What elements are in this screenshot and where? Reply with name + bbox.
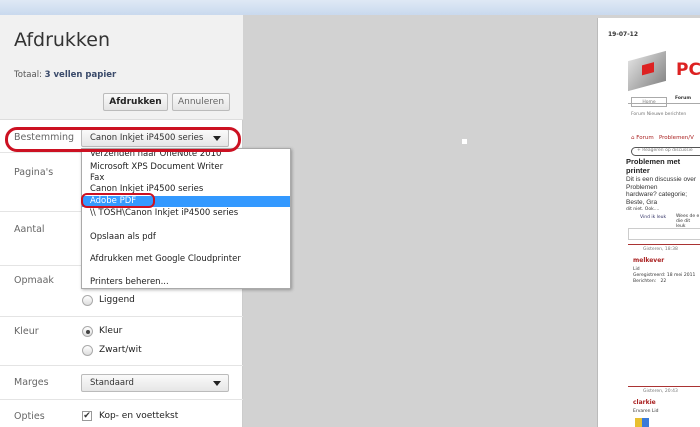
divider: [0, 399, 243, 400]
window-titlebar: [0, 0, 700, 15]
annotation-ellipse-destination: [5, 127, 241, 152]
rank-badge-icon: [635, 418, 649, 427]
preview-post-user: melkever: [633, 257, 665, 264]
preview-text: hardware? categorie; Beste, Gra: [626, 191, 688, 206]
preview-breadcrumb: Forum Nieuwe berichten: [631, 112, 687, 117]
preview-box: [628, 228, 700, 240]
landscape-label: Liggend: [99, 295, 135, 305]
preview-date: 19-07-12: [608, 31, 639, 38]
preview-post-time: Gisteren, 18:38: [643, 247, 678, 252]
total-value: 3 vellen papier: [44, 70, 117, 80]
preview-logo: PC: [676, 60, 700, 80]
preview-post-rank: Ervaren Lid: [633, 409, 659, 414]
preview-post-registered: Geregistreerd: 18 mei 2011: [633, 273, 696, 278]
preview-tab-forum: Forum: [674, 96, 692, 101]
menu-item-cloudprint[interactable]: Afdrukken met Google Cloudprinter: [82, 254, 290, 265]
preview-like-note: Wees de e die dit leuk: [676, 214, 700, 229]
margins-value: Standaard: [90, 378, 134, 388]
annotation-ellipse-adobe-pdf: [81, 193, 155, 208]
preview-like: Vind ik leuk: [640, 215, 667, 220]
margins-label: Marges: [14, 377, 49, 388]
print-preview-page: 19-07-12 PC Home Forum Forum Nieuwe beri…: [597, 18, 700, 427]
bw-option-label: Zwart/wit: [99, 345, 142, 355]
preview-text: Dit is een discussie over Problemen: [626, 176, 697, 191]
menu-item-network-canon[interactable]: \\ TOSH\Canon Inkjet iP4500 series: [82, 208, 290, 219]
total-sheets: Totaal: 3 vellen papier: [14, 70, 116, 80]
preview-tab-home: Home: [631, 97, 667, 107]
divider: [628, 386, 700, 387]
copies-label: Aantal: [14, 224, 45, 235]
menu-item-manage-printers[interactable]: Printers beheren...: [82, 277, 290, 288]
margins-select[interactable]: Standaard: [81, 374, 229, 392]
preview-thread-title: Problemen met printer: [626, 157, 681, 175]
divider: [0, 365, 243, 366]
print-button[interactable]: Afdrukken: [103, 93, 168, 111]
preview-reply-button: + Reageren op discussie: [631, 147, 700, 156]
color-option-label: Kleur: [99, 326, 123, 336]
divider: [0, 316, 243, 317]
bw-radio[interactable]: [82, 345, 93, 356]
destination-dropdown-menu: Verzenden naar OneNote 2010 Microsoft XP…: [81, 148, 291, 289]
layout-label: Opmaak: [14, 275, 54, 286]
preview-post-time: Gisteren, 20:43: [643, 389, 678, 394]
color-label: Kleur: [14, 326, 39, 337]
landscape-radio[interactable]: [82, 295, 93, 306]
color-radio[interactable]: [82, 326, 93, 337]
page-title: Afdrukken: [14, 29, 110, 51]
total-label: Totaal:: [14, 70, 42, 80]
menu-item-save-pdf[interactable]: Opslaan als pdf: [82, 232, 290, 243]
cancel-button[interactable]: Annuleren: [172, 93, 230, 111]
menu-item-xps[interactable]: Microsoft XPS Document Writer: [82, 162, 290, 173]
keyboard-logo-image: [628, 50, 666, 92]
menu-item-fax[interactable]: Fax: [82, 173, 290, 184]
header-footer-label: Kop- en voettekst: [99, 411, 179, 421]
options-label: Opties: [14, 411, 45, 422]
divider: [628, 244, 700, 245]
chevron-down-icon: [213, 381, 221, 386]
pages-label: Pagina's: [14, 167, 54, 178]
preview-text: dit niet. Ook....: [626, 207, 660, 212]
preview-post-count: Berichten: 22: [633, 279, 667, 284]
preview-post-user: clarkie: [633, 399, 656, 406]
print-header: Afdrukken Totaal: 3 vellen papier Afdruk…: [0, 15, 243, 120]
preview-nav: ⌂ Forum Problemen/V: [631, 135, 694, 141]
header-footer-checkbox[interactable]: ✔: [82, 411, 92, 421]
preview-post-rank: Lid: [633, 267, 640, 272]
loading-indicator: [462, 139, 467, 144]
